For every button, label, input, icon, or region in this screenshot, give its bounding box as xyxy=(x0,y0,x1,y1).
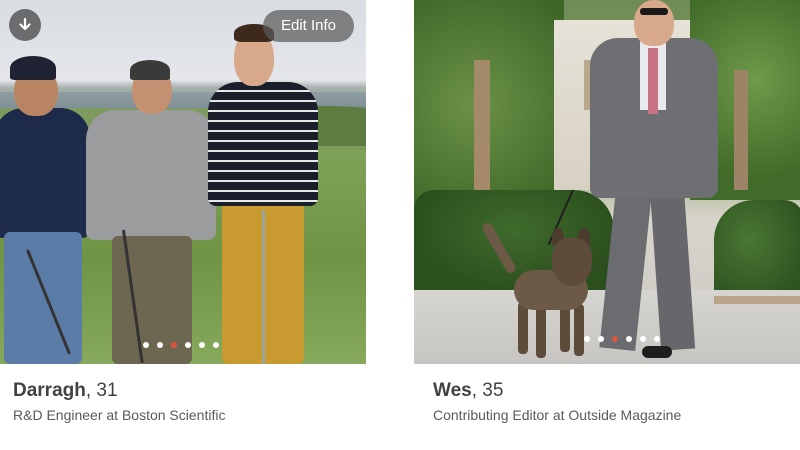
pagination-dot[interactable] xyxy=(598,336,604,342)
photo-background-border xyxy=(714,296,800,304)
profile-photo[interactable]: Edit Info xyxy=(0,0,366,364)
profile-name: Darragh xyxy=(13,380,86,401)
pagination-dot[interactable] xyxy=(640,336,646,342)
pagination-dot[interactable] xyxy=(199,342,205,348)
download-icon xyxy=(19,17,31,31)
profile-occupation: Contributing Editor at Outside Magazine xyxy=(433,407,682,423)
edit-info-button[interactable]: Edit Info xyxy=(263,10,354,42)
photo-pagination xyxy=(584,336,660,342)
pagination-dot-active[interactable] xyxy=(171,342,177,348)
pagination-dot[interactable] xyxy=(157,342,163,348)
photo-background-hedge xyxy=(714,200,800,300)
photo-background-trunk xyxy=(734,70,748,190)
profile-info: Darragh, 31 R&D Engineer at Boston Scien… xyxy=(13,380,225,423)
profile-card-darragh[interactable]: Edit Info Darragh, 31 R&D Engineer at Bo… xyxy=(0,0,366,423)
name-age-line: Wes, 35 xyxy=(433,380,681,402)
pagination-dot[interactable] xyxy=(143,342,149,348)
pagination-dot-active[interactable] xyxy=(612,336,618,342)
profile-name: Wes xyxy=(433,380,472,401)
name-age-line: Darragh, 31 xyxy=(13,380,225,402)
pagination-dot[interactable] xyxy=(654,336,660,342)
pagination-dot[interactable] xyxy=(185,342,191,348)
pagination-dot[interactable] xyxy=(584,336,590,342)
pagination-dot[interactable] xyxy=(213,342,219,348)
profile-age: , 31 xyxy=(85,380,118,401)
photo-pagination xyxy=(143,342,219,348)
profile-card-wes[interactable]: Wes, 35 Contributing Editor at Outside M… xyxy=(414,0,800,423)
pagination-dot[interactable] xyxy=(626,336,632,342)
profile-info: Wes, 35 Contributing Editor at Outside M… xyxy=(433,380,681,423)
profile-age: , 35 xyxy=(471,380,504,401)
profile-photo[interactable] xyxy=(414,0,800,364)
download-button[interactable] xyxy=(9,9,41,41)
profile-occupation: R&D Engineer at Boston Scientific xyxy=(13,407,226,423)
